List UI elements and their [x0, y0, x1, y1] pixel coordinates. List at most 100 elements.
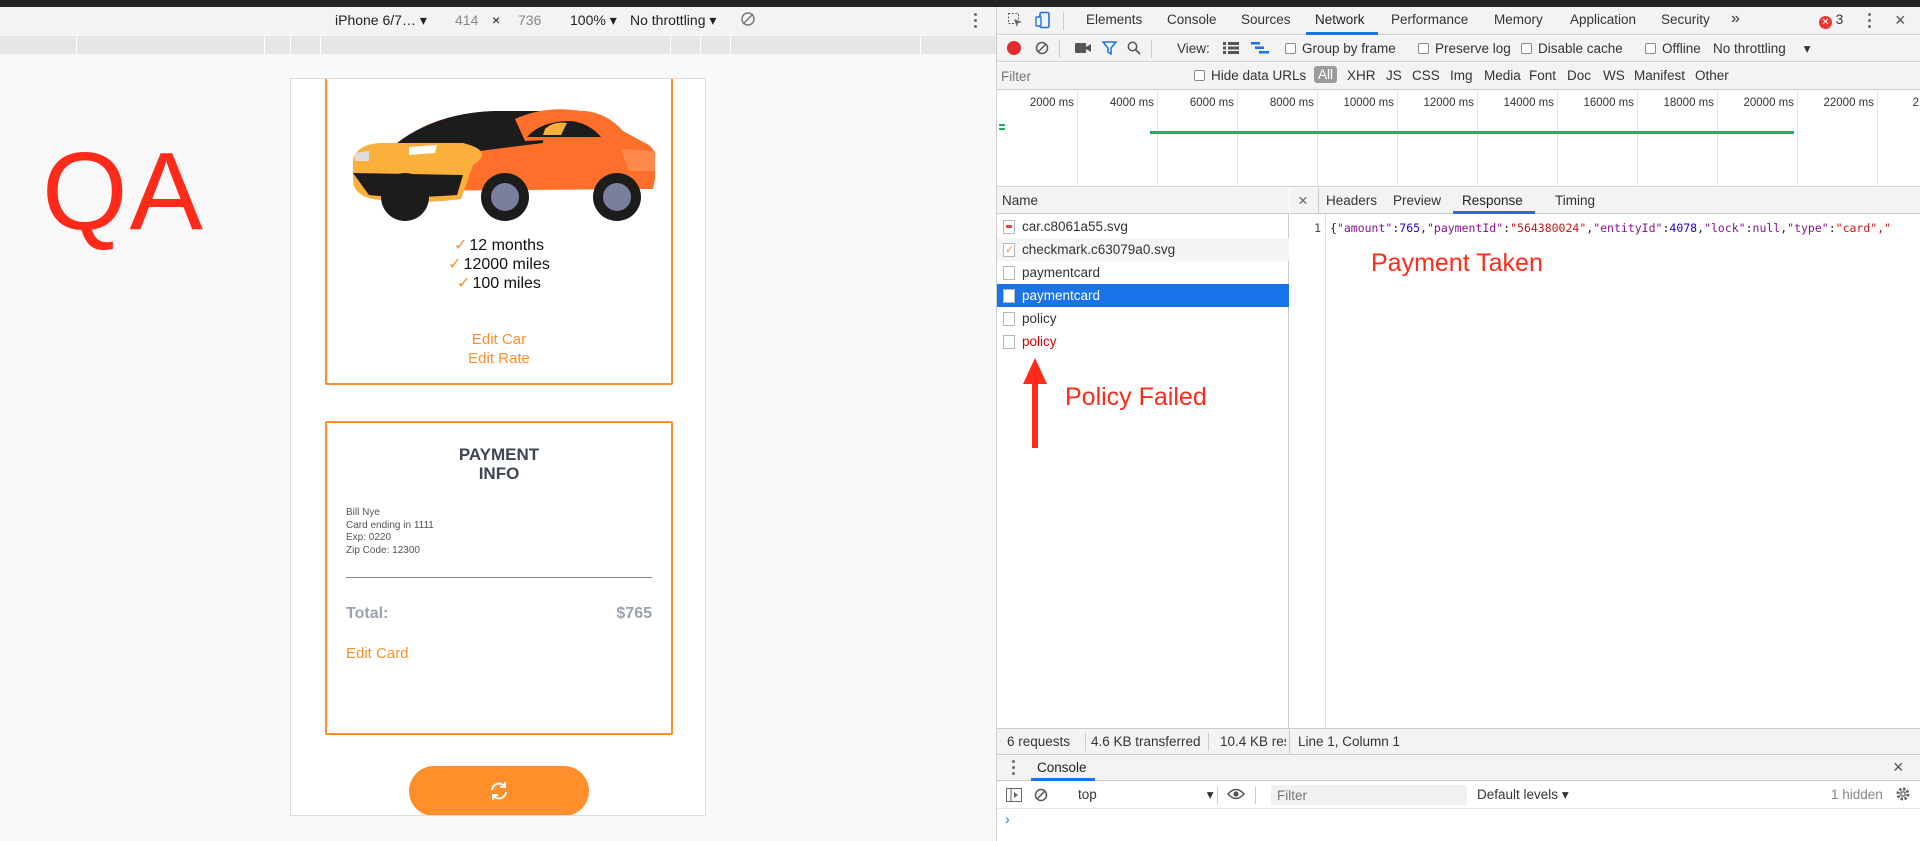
console-toolbar: top▾ Default levels ▾ 1 hidden: [997, 781, 1920, 809]
active-tab-indicator: [1453, 211, 1535, 214]
close-drawer-icon[interactable]: ×: [1893, 757, 1904, 778]
device-toggle-icon[interactable]: [1035, 11, 1053, 32]
type-filter-manifest[interactable]: Manifest: [1634, 68, 1685, 83]
waterfall-icon[interactable]: [1251, 42, 1269, 57]
name-column-header[interactable]: Name: [997, 188, 1289, 214]
request-row[interactable]: paymentcard: [997, 261, 1289, 284]
device-throttle-select[interactable]: No throttling ▾: [630, 12, 716, 29]
inspect-element-icon[interactable]: [1007, 12, 1023, 31]
type-filter-img[interactable]: Img: [1450, 68, 1473, 83]
edit-rate-link[interactable]: Edit Rate: [327, 349, 671, 368]
offline-checkbox[interactable]: Offline: [1645, 41, 1701, 56]
device-width-input[interactable]: 414: [455, 12, 478, 28]
checkmark-icon: ✓: [457, 275, 471, 292]
total-value: $765: [616, 605, 652, 622]
clear-console-icon[interactable]: [1034, 788, 1048, 805]
network-throttle-select[interactable]: No throttling ▾: [1713, 41, 1811, 57]
clear-icon[interactable]: [1035, 41, 1049, 58]
console-filter-input[interactable]: [1271, 785, 1467, 805]
car-coverage-card: ✓ 12 months ✓ 12000 miles ✓ 100 miles Edit …: [325, 79, 673, 385]
chevron-down-icon: ▾: [1561, 787, 1569, 802]
type-filter-all[interactable]: All: [1314, 66, 1338, 83]
error-icon: ✕: [1819, 16, 1832, 29]
type-filter-js[interactable]: JS: [1386, 68, 1402, 83]
filter-input[interactable]: [1001, 67, 1181, 86]
sidebar-toggle-icon[interactable]: [1006, 788, 1022, 805]
device-select[interactable]: iPhone 6/7… ▾: [335, 12, 427, 29]
error-counter[interactable]: ✕ 3: [1819, 12, 1843, 29]
device-height-input[interactable]: 736: [518, 12, 541, 28]
tab-timing[interactable]: Timing: [1555, 193, 1595, 208]
type-filter-ws[interactable]: WS: [1603, 68, 1625, 83]
console-prompt[interactable]: ›: [1005, 811, 1010, 827]
context-select[interactable]: top ▾: [1078, 787, 1214, 803]
active-tab-indicator: [1306, 32, 1378, 35]
timeline-bar: [1150, 131, 1794, 134]
file-icon: [1003, 312, 1015, 326]
resources-size: 10.4 KB res: [1220, 734, 1286, 749]
refresh-button[interactable]: [409, 766, 589, 815]
tab-console-drawer[interactable]: Console: [1037, 760, 1087, 775]
tab-elements[interactable]: Elements: [1086, 12, 1142, 27]
file-icon: [1003, 266, 1015, 280]
tab-memory[interactable]: Memory: [1494, 12, 1543, 27]
timeline-tick: 6000 ms: [1189, 97, 1234, 109]
disable-cache-checkbox[interactable]: Disable cache: [1521, 41, 1623, 56]
tab-security[interactable]: Security: [1661, 12, 1710, 27]
type-filter-css[interactable]: CSS: [1412, 68, 1440, 83]
live-expression-eye-icon[interactable]: [1227, 788, 1245, 803]
request-row[interactable]: policy: [997, 307, 1289, 330]
tab-console[interactable]: Console: [1167, 12, 1217, 27]
timeline-tick: 4000 ms: [1109, 97, 1154, 109]
tab-headers[interactable]: Headers: [1326, 193, 1377, 208]
timeline-tick: 14000 ms: [1503, 97, 1554, 109]
file-icon: [1003, 289, 1015, 303]
console-settings-gear-icon[interactable]: [1895, 786, 1911, 805]
coverage-item: ✓ 12 months: [453, 237, 545, 254]
type-filter-xhr[interactable]: XHR: [1347, 68, 1376, 83]
request-row[interactable]: ✓ checkmark.c63079a0.svg: [997, 238, 1289, 261]
svg-file-icon: [1003, 220, 1015, 234]
policy-failed-annotation: Policy Failed: [1065, 383, 1207, 411]
edit-card-link[interactable]: Edit Card: [346, 645, 409, 662]
response-body[interactable]: {"amount":765,"paymentId":"564380024","e…: [1330, 221, 1891, 235]
edit-car-link[interactable]: Edit Car: [327, 330, 671, 349]
zoom-select[interactable]: 100% ▾: [570, 12, 617, 29]
timeline-tick: 2: [1912, 97, 1919, 109]
payment-taken-annotation: Payment Taken: [1371, 249, 1543, 277]
tab-sources[interactable]: Sources: [1241, 12, 1291, 27]
capture-screenshots-icon[interactable]: [1075, 42, 1091, 57]
close-devtools-icon[interactable]: ×: [1895, 10, 1906, 31]
device-emulation-pane: iPhone 6/7… ▾ 414 × 736 100% ▾ No thrott…: [0, 7, 996, 841]
record-icon[interactable]: [1007, 41, 1021, 58]
tab-preview[interactable]: Preview: [1393, 193, 1441, 208]
hide-data-urls-checkbox[interactable]: Hide data URLs: [1194, 68, 1306, 83]
request-row-selected[interactable]: paymentcard: [997, 284, 1289, 307]
console-drawer-header: Console ×: [997, 755, 1920, 781]
tab-network[interactable]: Network: [1315, 12, 1365, 27]
rotate-icon[interactable]: [740, 11, 756, 30]
close-detail-icon[interactable]: ×: [1298, 191, 1308, 211]
device-more-icon[interactable]: [974, 13, 978, 29]
type-filter-doc[interactable]: Doc: [1567, 68, 1591, 83]
request-list: Name car.c8061a55.svg ✓ checkmark.c63079…: [997, 188, 1289, 728]
devtools-more-icon[interactable]: [1868, 13, 1872, 29]
type-filter-media[interactable]: Media: [1484, 68, 1521, 83]
tab-response[interactable]: Response: [1462, 193, 1523, 208]
group-by-frame-checkbox[interactable]: Group by frame: [1285, 41, 1396, 56]
payment-info-card: PAYMENT INFO Bill Nye Card ending in 111…: [325, 421, 673, 735]
coverage-list: ✓ 12 months ✓ 12000 miles ✓ 100 miles: [327, 236, 671, 293]
log-levels-select[interactable]: Default levels ▾: [1477, 787, 1569, 803]
preserve-log-checkbox[interactable]: Preserve log: [1418, 41, 1511, 56]
large-rows-icon[interactable]: [1223, 42, 1239, 57]
filter-icon[interactable]: [1101, 41, 1118, 58]
tab-performance[interactable]: Performance: [1391, 12, 1468, 27]
type-filter-font[interactable]: Font: [1529, 68, 1556, 83]
tab-application[interactable]: Application: [1570, 12, 1636, 27]
drawer-more-icon[interactable]: [1012, 760, 1016, 776]
more-tabs-button[interactable]: »: [1731, 10, 1740, 28]
request-row[interactable]: car.c8061a55.svg: [997, 215, 1289, 238]
request-row-failed[interactable]: policy: [997, 330, 1289, 353]
search-icon[interactable]: [1127, 41, 1141, 58]
type-filter-other[interactable]: Other: [1695, 68, 1729, 83]
